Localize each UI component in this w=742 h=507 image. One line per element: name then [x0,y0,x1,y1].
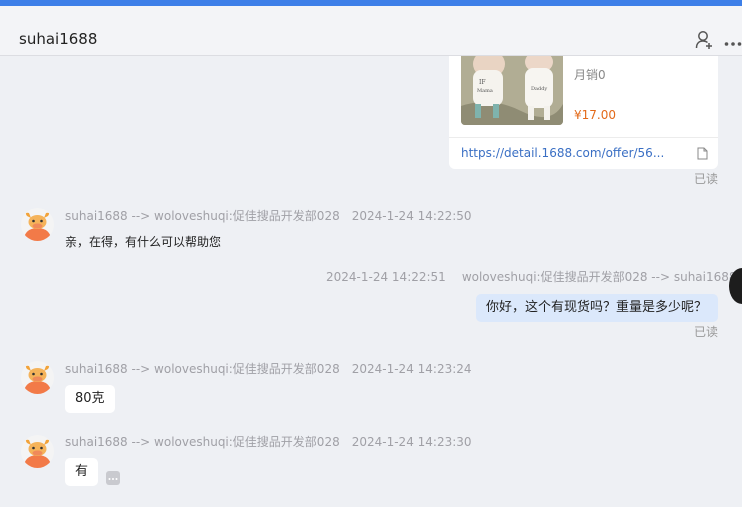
product-card[interactable]: IF Mama Daddy 月销0 ¥17.00 https://detail.… [449,56,718,169]
read-status: 已读 [694,172,719,186]
avatar[interactable] [21,435,54,468]
message-time: 2024-1-24 14:22:50 [351,209,472,223]
product-monthly-sales: 月销0 [574,68,606,82]
message-meta: suhai1688 --> woloveshuqi:促佳搜品开发部028 2024… [65,207,472,224]
avatar[interactable] [21,208,54,241]
message-meta: suhai1688 --> woloveshuqi:促佳搜品开发部028 2024… [65,433,472,450]
svg-text:Mama: Mama [477,88,493,94]
more-icon[interactable] [724,32,742,52]
svg-text:Daddy: Daddy [531,86,547,92]
message-time: 2024-1-24 14:23:30 [351,435,472,449]
svg-text:IF: IF [479,79,486,86]
message-time: 2024-1-24 14:22:51 [326,270,446,284]
product-thumbnail[interactable]: IF Mama Daddy [461,56,563,125]
message-meta: suhai1688 --> woloveshuqi:促佳搜品开发部028 2024… [65,360,472,377]
message-meta: 2024-1-24 14:22:51 woloveshuqi:促佳搜品开发部028… [326,268,737,285]
document-icon[interactable] [697,145,708,160]
message-sender: woloveshuqi:促佳搜品开发部028 --> suhai1688 [461,270,737,284]
product-price: ¥17.00 [574,108,616,122]
chat-header: suhai1688 [0,6,742,56]
message-sender: suhai1688 --> woloveshuqi:促佳搜品开发部028 [65,362,340,376]
add-contact-icon[interactable] [695,30,715,50]
message-bubble: 有 [65,458,99,486]
message-more-icon[interactable] [106,471,120,485]
read-status: 已读 [694,325,719,339]
product-link[interactable]: https://detail.1688.com/offer/56... [461,146,664,160]
message-bubble: 80克 [65,385,115,413]
message-sender: suhai1688 --> woloveshuqi:促佳搜品开发部028 [65,209,340,223]
message-text: 亲，在得，有什么可以帮助您 [65,235,222,249]
message-time: 2024-1-24 14:23:24 [351,362,472,376]
chat-title: suhai1688 [19,30,98,48]
card-divider [449,137,718,138]
message-sender: suhai1688 --> woloveshuqi:促佳搜品开发部028 [65,435,340,449]
message-bubble: 你好，这个有现货吗？重量是多少呢？ [476,294,718,322]
avatar[interactable] [21,361,54,394]
